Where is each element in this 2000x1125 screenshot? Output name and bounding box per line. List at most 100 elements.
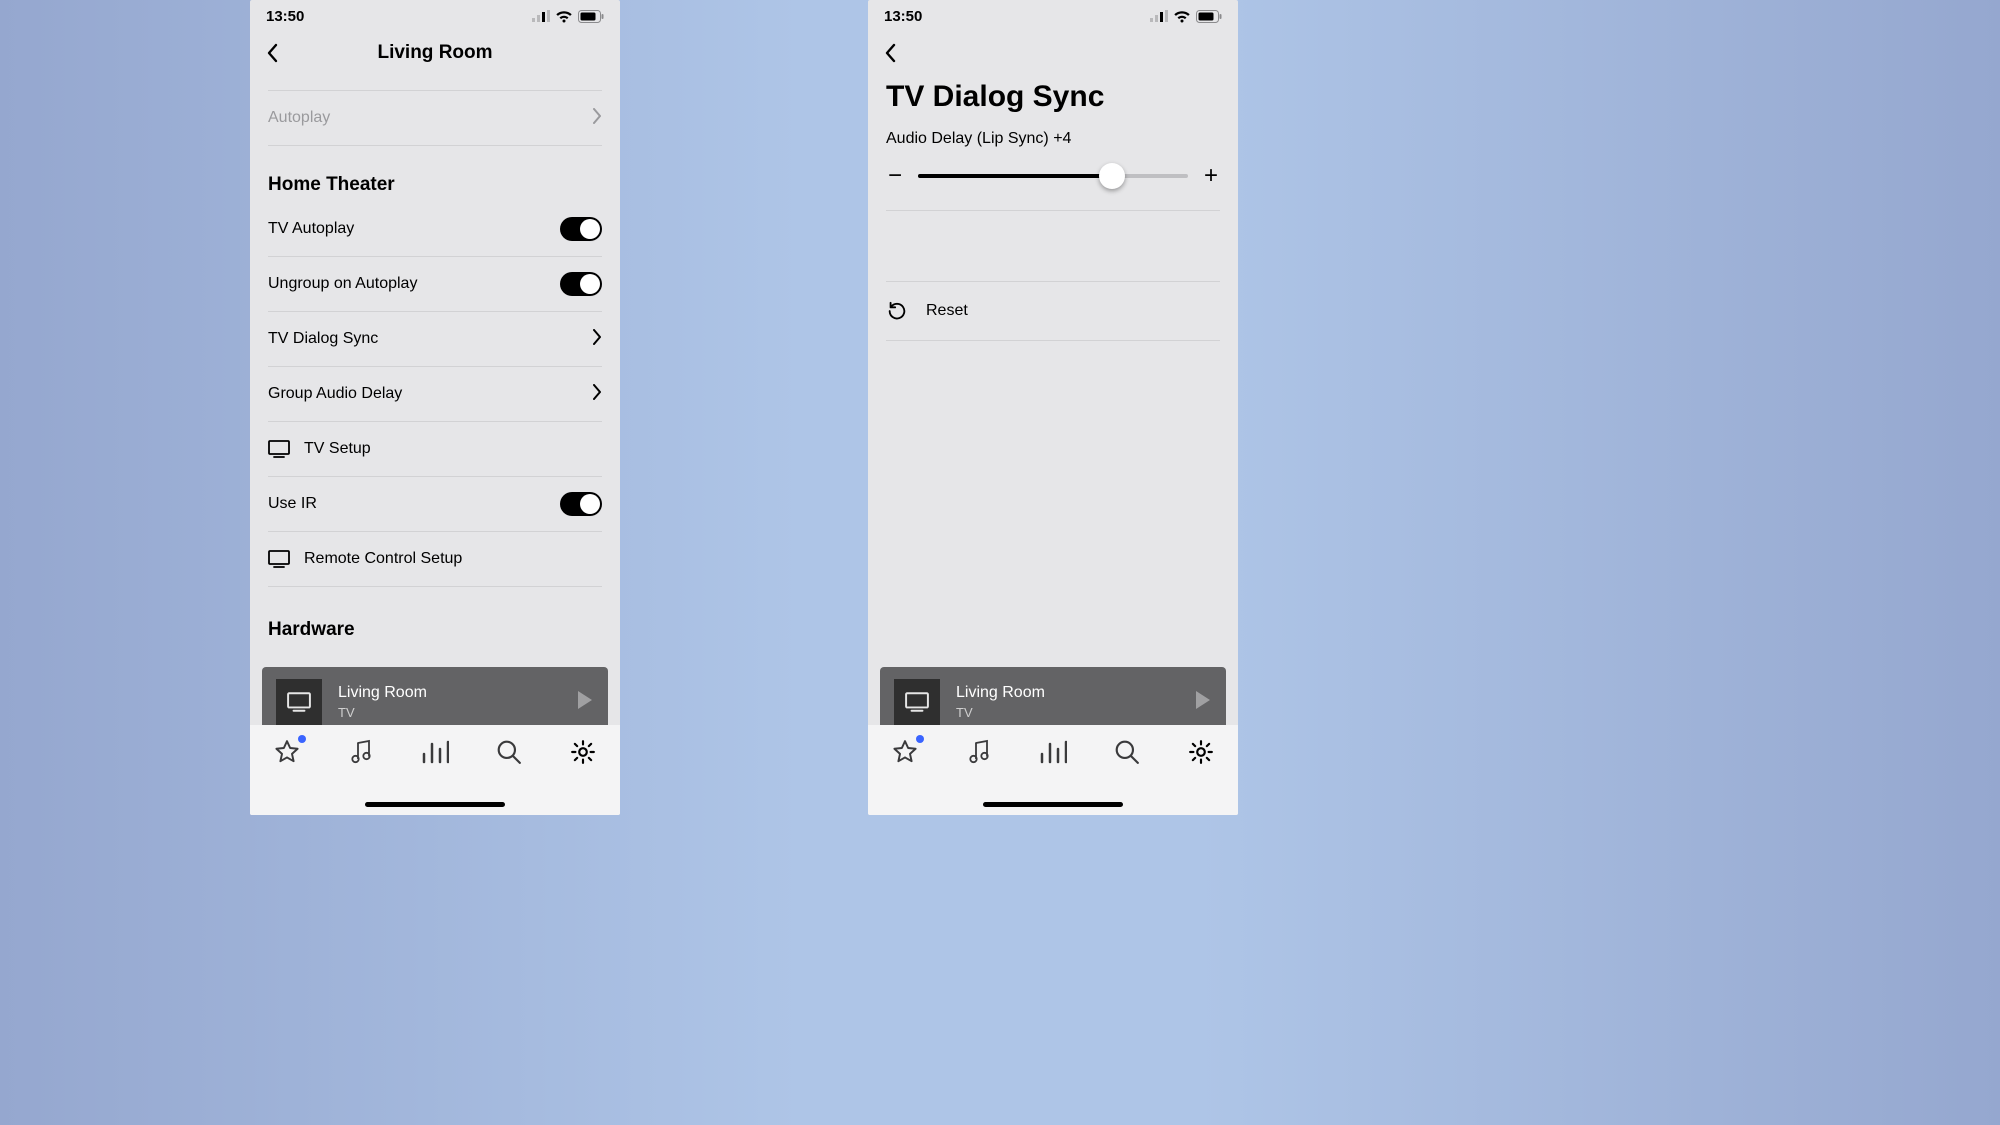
slider-fill	[918, 174, 1112, 178]
row-remote-setup[interactable]: Remote Control Setup	[268, 532, 602, 587]
slider-thumb[interactable]	[1099, 163, 1125, 189]
status-icons	[532, 10, 604, 23]
row-label: Group Audio Delay	[268, 385, 402, 403]
header: Living Room	[250, 32, 620, 74]
back-button[interactable]	[260, 41, 284, 65]
battery-icon	[578, 10, 604, 23]
page-title: Living Room	[250, 42, 620, 64]
status-time: 13:50	[266, 8, 304, 25]
chevron-right-icon	[593, 384, 602, 405]
status-time: 13:50	[884, 8, 922, 25]
tab-bar	[868, 725, 1238, 815]
tab-music[interactable]	[962, 737, 996, 767]
play-icon	[1194, 690, 1212, 710]
tv-icon	[268, 550, 290, 568]
spacer	[886, 211, 1220, 282]
toggle-ungroup-autoplay[interactable]	[560, 272, 602, 296]
tv-icon	[905, 692, 929, 712]
toggle-tv-autoplay[interactable]	[560, 217, 602, 241]
tv-icon	[287, 692, 311, 712]
tab-settings[interactable]	[1184, 737, 1218, 767]
mini-player-sub: TV	[956, 705, 1194, 721]
wifi-icon	[555, 10, 573, 23]
tab-favorites[interactable]	[888, 737, 922, 767]
battery-icon	[1196, 10, 1222, 23]
notification-dot-icon	[916, 735, 924, 743]
reset-icon	[886, 300, 908, 322]
row-label: TV Dialog Sync	[268, 330, 378, 348]
music-icon	[967, 739, 991, 765]
row-tv-autoplay[interactable]: TV Autoplay	[268, 202, 602, 257]
music-icon	[349, 739, 373, 765]
gear-icon	[1188, 739, 1214, 765]
row-label: TV Setup	[268, 440, 371, 458]
mini-player-title: Living Room	[956, 683, 1194, 703]
mini-player-art	[894, 679, 940, 725]
cellular-icon	[1150, 10, 1168, 22]
status-icons	[1150, 10, 1222, 23]
page-title: TV Dialog Sync	[886, 74, 1220, 130]
cellular-icon	[532, 10, 550, 22]
reset-button[interactable]: Reset	[886, 282, 1220, 341]
wifi-icon	[1173, 10, 1191, 23]
star-icon	[274, 739, 300, 765]
row-autoplay[interactable]: Autoplay	[268, 90, 602, 146]
status-bar: 13:50	[868, 0, 1238, 32]
tab-rooms[interactable]	[418, 737, 452, 767]
header	[868, 32, 1238, 74]
mini-player-sub: TV	[338, 705, 576, 721]
row-tv-dialog-sync[interactable]: TV Dialog Sync	[268, 312, 602, 367]
back-button[interactable]	[878, 41, 902, 65]
status-bar: 13:50	[250, 0, 620, 32]
mini-player-art	[276, 679, 322, 725]
section-hardware: Hardware	[268, 619, 602, 641]
play-icon	[576, 690, 594, 710]
row-label: TV Autoplay	[268, 220, 354, 238]
tab-bar	[250, 725, 620, 815]
tab-music[interactable]	[344, 737, 378, 767]
section-home-theater: Home Theater	[268, 174, 602, 196]
chevron-left-icon	[883, 43, 897, 63]
equalizer-icon	[421, 740, 449, 764]
gear-icon	[570, 739, 596, 765]
audio-delay-slider[interactable]: − +	[886, 164, 1220, 188]
row-ungroup-autoplay[interactable]: Ungroup on Autoplay	[268, 257, 602, 312]
plus-button[interactable]: +	[1202, 164, 1220, 188]
notification-dot-icon	[298, 735, 306, 743]
slider-track[interactable]	[918, 174, 1188, 178]
chevron-right-icon	[593, 108, 602, 129]
tab-favorites[interactable]	[270, 737, 304, 767]
star-icon	[892, 739, 918, 765]
play-button[interactable]	[1194, 690, 1212, 715]
row-use-ir[interactable]: Use IR	[268, 477, 602, 532]
play-button[interactable]	[576, 690, 594, 715]
toggle-use-ir[interactable]	[560, 492, 602, 516]
search-icon	[1114, 739, 1140, 765]
row-label: Ungroup on Autoplay	[268, 275, 417, 293]
row-label: Use IR	[268, 495, 317, 513]
tab-search[interactable]	[1110, 737, 1144, 767]
row-label: Remote Control Setup	[268, 550, 462, 568]
row-label: Autoplay	[268, 109, 330, 127]
tv-icon	[268, 440, 290, 458]
mini-player-text: Living Room TV	[338, 683, 576, 721]
chevron-right-icon	[593, 329, 602, 350]
tab-search[interactable]	[492, 737, 526, 767]
search-icon	[496, 739, 522, 765]
minus-button[interactable]: −	[886, 164, 904, 188]
mini-player-text: Living Room TV	[956, 683, 1194, 721]
home-indicator[interactable]	[365, 802, 505, 807]
phone-living-room: 13:50 Living Room Autoplay Home Theater	[250, 0, 620, 815]
chevron-left-icon	[265, 43, 279, 63]
slider-block: Audio Delay (Lip Sync) +4 − +	[886, 130, 1220, 211]
tab-rooms[interactable]	[1036, 737, 1070, 767]
reset-label: Reset	[926, 302, 968, 320]
home-indicator[interactable]	[983, 802, 1123, 807]
slider-label: Audio Delay (Lip Sync) +4	[886, 130, 1220, 148]
row-tv-setup[interactable]: TV Setup	[268, 422, 602, 477]
equalizer-icon	[1039, 740, 1067, 764]
phone-tv-dialog-sync: 13:50 TV Dialog Sync Audio Delay (Lip Sy…	[868, 0, 1238, 815]
row-group-audio-delay[interactable]: Group Audio Delay	[268, 367, 602, 422]
mini-player-title: Living Room	[338, 683, 576, 703]
tab-settings[interactable]	[566, 737, 600, 767]
